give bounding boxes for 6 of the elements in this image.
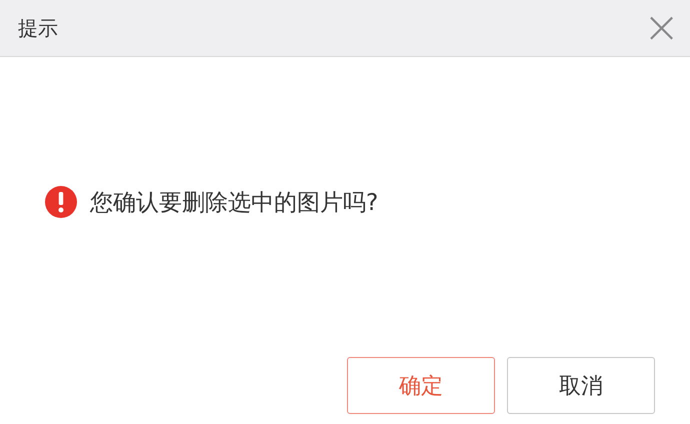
message-text: 您确认要删除选中的图片吗? xyxy=(90,188,378,218)
confirm-button[interactable]: 确定 xyxy=(347,357,495,414)
warning-icon xyxy=(45,186,77,218)
cancel-button[interactable]: 取消 xyxy=(507,357,655,414)
dialog-title: 提示 xyxy=(18,14,58,42)
close-button[interactable]: × xyxy=(637,6,686,50)
